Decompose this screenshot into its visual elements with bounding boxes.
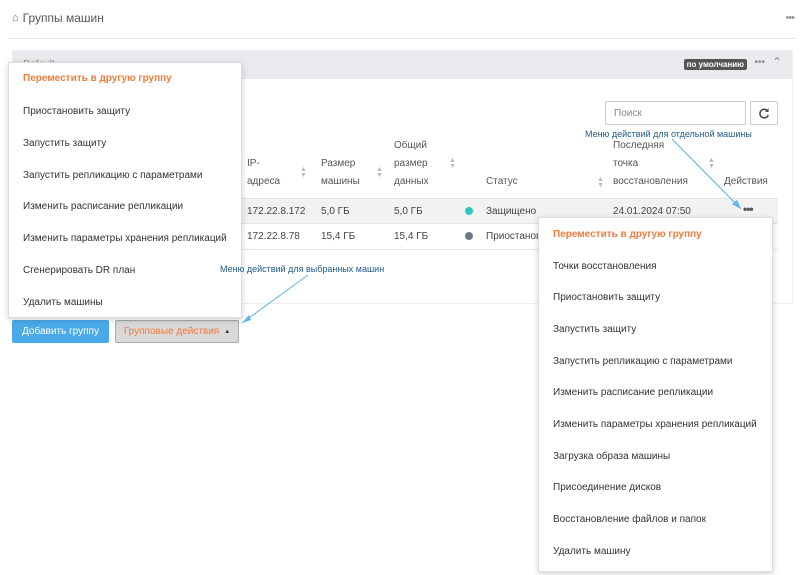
menu-item-restore-points[interactable]: Точки восстановления	[553, 261, 657, 272]
status-dot	[465, 207, 473, 215]
column-header-last-restore-point[interactable]: Последняя точка восстановления	[613, 137, 688, 191]
menu-item-start-protection[interactable]: Запустить защиту	[23, 138, 106, 149]
status-dot	[465, 232, 473, 240]
cell-size: 15,4 ГБ	[321, 231, 356, 242]
menu-item-pause-protection[interactable]: Приостановить защиту	[553, 292, 660, 303]
menu-item-generate-dr-plan[interactable]: Сгенерировать DR план	[23, 265, 135, 276]
caret-up-icon: ▲	[224, 328, 231, 335]
menu-item-start-replication[interactable]: Запустить репликацию с параметрами	[23, 170, 203, 181]
cell-status: Защищено	[486, 206, 537, 217]
sort-icon[interactable]: ▲ ▼	[708, 157, 715, 170]
divider	[8, 38, 796, 39]
more-dots-icon[interactable]: •••	[754, 57, 765, 68]
add-group-button[interactable]: Добавить группу	[12, 320, 109, 343]
menu-item-start-replication[interactable]: Запустить репликацию с параметрами	[553, 356, 733, 367]
menu-item-start-protection[interactable]: Запустить защиту	[553, 324, 636, 335]
menu-item-restore-files[interactable]: Восстановление файлов и папок	[553, 514, 706, 525]
home-icon: ⌂	[12, 12, 19, 24]
menu-item-change-retention[interactable]: Изменить параметры хранения репликаций	[23, 233, 227, 244]
more-dots-icon[interactable]: •••	[785, 12, 795, 24]
menu-item-change-schedule[interactable]: Изменить расписание репликации	[553, 387, 713, 398]
search-input[interactable]	[605, 101, 746, 125]
menu-item-attach-disks[interactable]: Присоединение дисков	[553, 482, 661, 493]
refresh-icon	[759, 108, 770, 119]
callout-single-machine: Меню действий для отдельной машины	[585, 129, 752, 139]
more-dots-icon[interactable]: •••	[743, 202, 754, 216]
chevron-up-icon[interactable]: ⌃	[772, 55, 782, 69]
column-header-total[interactable]: Общий размер данных	[394, 137, 429, 191]
menu-item-delete-machines[interactable]: Удалить машины	[23, 297, 103, 308]
column-header-size[interactable]: Размер машины	[321, 155, 360, 191]
group-actions-button[interactable]: Групповые действия ▲	[115, 320, 239, 343]
default-badge: по умолчанию	[683, 59, 747, 70]
menu-item-move-group[interactable]: Переместить в другую группу	[553, 229, 702, 240]
menu-item-change-retention[interactable]: Изменить параметры хранения репликаций	[553, 419, 757, 430]
menu-item-move-group[interactable]: Переместить в другую группу	[23, 73, 172, 84]
menu-item-change-schedule[interactable]: Изменить расписание репликации	[23, 201, 183, 212]
cell-ip: 172.22.8.172	[247, 206, 306, 217]
callout-selected-machines: Меню действий для выбранных машин	[220, 264, 385, 274]
cell-total: 5,0 ГБ	[394, 206, 423, 217]
cell-size: 5,0 ГБ	[321, 206, 350, 217]
menu-item-pause-protection[interactable]: Приостановить защиту	[23, 106, 130, 117]
column-header-status[interactable]: Статус	[486, 173, 518, 191]
sort-icon[interactable]: ▲ ▼	[300, 166, 307, 179]
sort-icon[interactable]: ▲ ▼	[597, 176, 604, 189]
cell-total: 15,4 ГБ	[394, 231, 429, 242]
menu-item-delete-machine[interactable]: Удалить машину	[553, 546, 631, 557]
column-header-actions: Действия	[724, 176, 768, 187]
menu-item-download-image[interactable]: Загрузка образа машины	[553, 451, 670, 462]
refresh-button[interactable]	[750, 101, 778, 125]
sort-icon[interactable]: ▲ ▼	[449, 157, 456, 170]
page-title-text: Группы машин	[22, 11, 104, 25]
sort-icon[interactable]: ▲ ▼	[376, 166, 383, 179]
column-header-ip[interactable]: IP- адреса	[247, 155, 280, 191]
page-title: ⌂ Группы машин	[12, 11, 104, 25]
machine-actions-menu: Переместить в другую группу Точки восста…	[538, 217, 773, 572]
cell-ip: 172.22.8.78	[247, 231, 300, 242]
group-actions-label: Групповые действия	[123, 326, 220, 337]
group-actions-menu: Переместить в другую группу Приостановит…	[8, 62, 242, 318]
cell-last-restore-point: 24.01.2024 07:50	[613, 206, 691, 217]
